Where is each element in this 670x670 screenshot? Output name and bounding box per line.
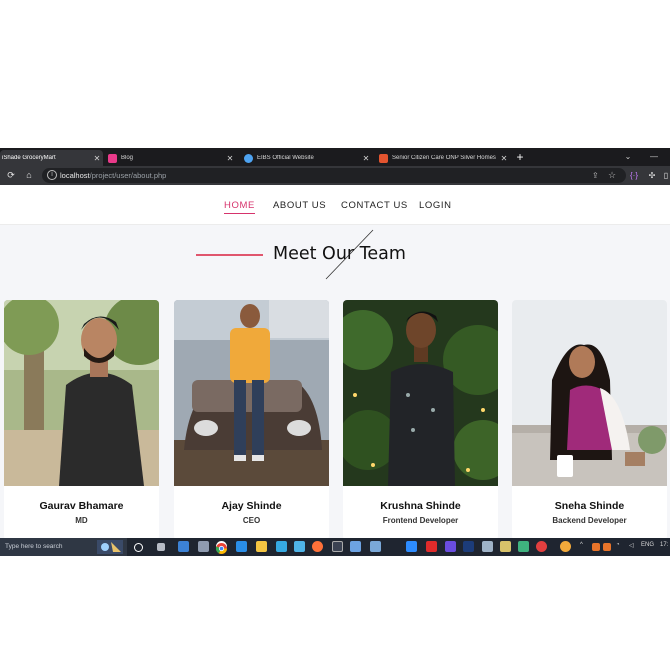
nav-home[interactable]: HOME [224, 200, 255, 214]
tab-eibs[interactable]: EIBS Official Website ✕ [240, 150, 372, 166]
search-highlight-icon [97, 540, 123, 554]
terminal-icon[interactable] [332, 541, 343, 552]
zoom-icon[interactable] [406, 541, 417, 552]
record-icon[interactable] [536, 541, 547, 552]
nav-login[interactable]: LOGIN [419, 200, 452, 211]
close-icon[interactable]: ✕ [224, 154, 236, 163]
team-card[interactable]: Gaurav Bhamare MD [4, 300, 159, 540]
close-icon[interactable]: ✕ [498, 154, 510, 163]
app-icon[interactable] [482, 541, 493, 552]
file-explorer-icon[interactable] [256, 541, 267, 552]
clock[interactable]: 17: [660, 542, 668, 548]
browser-tab-strip: iShade GroceryMart ✕ Blog ✕ EIBS Officia… [0, 148, 670, 166]
tab-senior-citizen-care[interactable]: Senior Citizen Care ONP Silver Homes ✕ [375, 150, 510, 166]
url-path: /project/user/about.php [89, 171, 167, 180]
team-photo [512, 300, 667, 486]
app-icon[interactable] [445, 541, 456, 552]
extension-icon[interactable]: {·} [628, 169, 640, 182]
url-field[interactable]: i localhost/project/user/about.php ⇪ ☆ [42, 168, 626, 183]
firefox-icon[interactable] [312, 541, 323, 552]
member-role: Frontend Developer [382, 516, 459, 525]
tab-ishade-grocerymart[interactable]: iShade GroceryMart ✕ [0, 150, 103, 166]
acrobat-icon[interactable] [426, 541, 437, 552]
weather-icon[interactable] [560, 541, 571, 552]
close-icon[interactable]: ✕ [91, 154, 103, 163]
member-name: Gaurav Bhamare [39, 500, 124, 512]
reload-icon[interactable]: ⟳ [4, 169, 18, 182]
globe-icon [244, 153, 253, 163]
screenshot: iShade GroceryMart ✕ Blog ✕ EIBS Officia… [0, 148, 670, 556]
site-navigation: HOME ABOUT US CONTACT US LOGIN [0, 185, 670, 225]
tab-title: iShade GroceryMart [2, 155, 56, 161]
tab-blog[interactable]: Blog ✕ [104, 150, 236, 166]
minimize-icon[interactable]: — [646, 150, 662, 164]
sidebar-icon[interactable]: ▯ [660, 169, 670, 182]
tab-title: Blog [121, 155, 134, 161]
volume-icon[interactable]: ◁ [629, 542, 634, 549]
paint-icon[interactable] [294, 541, 305, 552]
star-icon[interactable]: ☆ [608, 170, 618, 181]
team-photo [4, 300, 159, 486]
vscode-icon[interactable] [236, 541, 247, 552]
member-name: Ajay Shinde [221, 500, 282, 512]
files-icon[interactable] [198, 541, 209, 552]
team-heading: Meet Our Team [0, 225, 670, 295]
share-icon[interactable]: ⇪ [592, 170, 602, 181]
tray-app-icon[interactable] [592, 543, 600, 551]
language-indicator[interactable]: ENG [641, 542, 654, 548]
chevron-down-icon[interactable]: ⌄ [620, 150, 636, 164]
team-card[interactable]: Sneha Shinde Backend Developer [512, 300, 667, 540]
member-role: MD [75, 516, 88, 525]
app-icon[interactable] [350, 541, 361, 552]
wifi-icon[interactable]: ◔ [616, 542, 620, 548]
member-name: Krushna Shinde [380, 500, 461, 512]
member-role: Backend Developer [552, 516, 627, 525]
tray-app-icon[interactable] [603, 543, 611, 551]
team-photo [174, 300, 329, 486]
nav-contact-us[interactable]: CONTACT US [341, 200, 408, 211]
tab-title: EIBS Official Website [257, 155, 314, 161]
word-icon[interactable] [178, 541, 189, 552]
app-icon[interactable] [518, 541, 529, 552]
close-icon[interactable]: ✕ [360, 154, 372, 163]
cortana-icon[interactable] [134, 543, 143, 552]
team-card[interactable]: Ajay Shinde CEO [174, 300, 329, 540]
url-host: localhost [60, 171, 90, 180]
app-icon[interactable] [370, 541, 381, 552]
chrome-icon[interactable] [215, 541, 227, 554]
member-name: Sneha Shinde [554, 500, 625, 512]
photos-icon[interactable] [276, 541, 287, 552]
onp-favicon-icon [379, 153, 388, 163]
sticky-notes-icon[interactable] [500, 541, 511, 552]
taskbar-search-input[interactable]: Type here to search [0, 538, 127, 556]
nav-about-us[interactable]: ABOUT US [273, 200, 326, 211]
team-photo [343, 300, 498, 486]
member-role: CEO [242, 516, 261, 525]
chevron-up-icon[interactable]: ^ [580, 542, 583, 548]
info-icon[interactable]: i [47, 170, 57, 180]
search-placeholder: Type here to search [5, 543, 63, 550]
photoshop-icon[interactable] [463, 541, 474, 552]
task-view-icon[interactable] [157, 543, 165, 551]
heading-accent-line [196, 254, 263, 256]
blog-favicon-icon [108, 153, 117, 163]
new-tab-button[interactable]: + [513, 150, 527, 164]
puzzle-icon[interactable]: ✣ [646, 169, 658, 182]
address-bar: ⟳ ⌂ i localhost/project/user/about.php ⇪… [0, 166, 670, 185]
windows-taskbar: Type here to search ^ ◔ ◁ ENG 17: [0, 538, 670, 556]
section-title: Meet Our Team [273, 244, 406, 264]
team-card[interactable]: Krushna Shinde Frontend Developer [343, 300, 498, 540]
url-text: localhost/project/user/about.php [60, 170, 166, 181]
home-icon[interactable]: ⌂ [22, 169, 36, 182]
tab-title: Senior Citizen Care ONP Silver Homes [392, 155, 496, 161]
